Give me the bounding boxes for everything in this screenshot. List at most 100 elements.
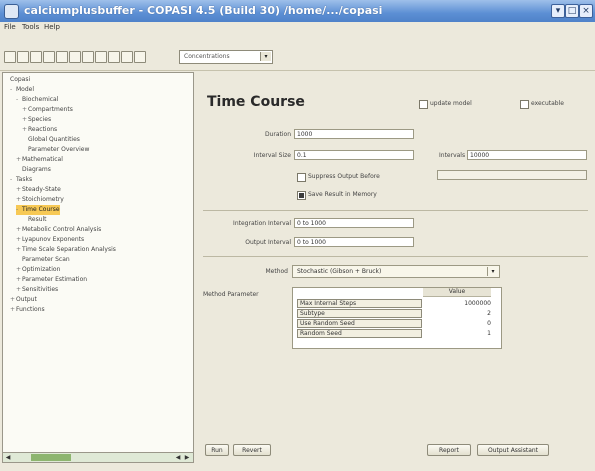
method-parameter-table[interactable]: Value Max Internal Steps 1000000 Subtype… [292,287,502,349]
tree-item[interactable]: +Parameter Estimation [16,275,87,285]
tree-item[interactable]: +Sensitivities [16,285,58,295]
scroll-left-icon[interactable]: ◀ [4,453,12,462]
tree-item-label: Lyapunov Exponents [22,236,85,243]
tree-item[interactable]: +Stoichiometry [16,195,64,205]
parameter-value[interactable]: 0 [423,319,491,328]
tree-item[interactable]: +Steady-State [16,185,61,195]
interval-size-field[interactable]: 0.1 [294,150,414,160]
report-icon[interactable] [121,51,133,63]
table-row[interactable]: Subtype 2 [297,309,497,318]
tree-item-label: Steady-State [22,186,61,193]
chevron-down-icon[interactable]: ▾ [487,267,498,276]
tree-item[interactable]: Diagrams [16,165,51,175]
tree-item[interactable]: +Lyapunov Exponents [16,235,84,245]
undo-icon[interactable] [56,51,68,63]
check-icon[interactable] [69,51,81,63]
tree-item-label: Functions [16,306,45,313]
tree-item[interactable]: +Compartments [22,105,73,115]
scrollbar-thumb[interactable] [31,454,71,461]
intervals-field[interactable]: 10000 [467,150,587,160]
tree-item[interactable]: +Time Scale Separation Analysis [16,245,116,255]
suppress-output-label: Suppress Output Before [308,173,380,180]
run-button[interactable]: Run [205,444,229,456]
screen-icon[interactable] [134,51,146,63]
tree-item[interactable]: - Biochemical [16,95,58,105]
tree-item[interactable]: - Model [10,85,34,95]
app-icon[interactable] [4,4,19,19]
plot-icon[interactable] [108,51,120,63]
save-icon[interactable] [30,51,42,63]
table-column-header[interactable]: Value [423,288,491,297]
chevron-down-icon[interactable]: ▾ [260,52,271,61]
title-bar[interactable]: calciumplusbuffer - COPASI 4.5 (Build 30… [0,0,595,23]
tree-item[interactable]: +Functions [10,305,45,315]
menu-help[interactable]: Help [44,23,60,31]
export-icon[interactable] [43,51,55,63]
parameter-name: Max Internal Steps [297,299,422,308]
update-model-checkbox[interactable] [419,100,428,109]
slider-icon[interactable] [82,51,94,63]
revert-button[interactable]: Revert [233,444,271,456]
tree-item-label: Sensitivities [22,286,59,293]
table-row[interactable]: Max Internal Steps 1000000 [297,299,497,308]
tree-item-label: Biochemical [22,96,59,103]
tree-item[interactable]: Copasi [4,75,30,85]
executable-checkbox[interactable] [520,100,529,109]
intervals-label: Intervals [439,152,466,159]
parameter-name: Use Random Seed [297,319,422,328]
scale-icon[interactable] [95,51,107,63]
table-row[interactable]: Random Seed 1 [297,329,497,338]
tree-item-label: Metabolic Control Analysis [22,226,102,233]
tree-item[interactable]: Result [22,215,47,225]
object-browser-tree: Copasi - Model - Biochemical +Compartments +Sp… [2,72,194,454]
tree-horizontal-scrollbar[interactable]: ◀ ◀ ▶ [2,452,194,463]
tree-item-label: Output [16,296,37,303]
parameter-name: Random Seed [297,329,422,338]
tree-item[interactable]: +Metabolic Control Analysis [16,225,101,235]
parameter-value[interactable]: 1 [423,329,491,338]
tree-item[interactable]: - Time Course [16,205,60,215]
tree-item-label: Model [16,86,35,93]
table-row[interactable]: Use Random Seed 0 [297,319,497,328]
new-file-icon[interactable] [4,51,16,63]
tree-item-label: Diagrams [22,166,51,173]
page-title: Time Course [207,94,305,110]
divider [203,256,588,257]
tree-item[interactable]: +Output [10,295,37,305]
tree-item-label: Parameter Scan [22,256,70,263]
executable-label: executable [531,100,564,107]
open-folder-icon[interactable] [17,51,29,63]
tree-item[interactable]: +Reactions [22,125,57,135]
suppress-output-checkbox[interactable] [297,173,306,182]
suppress-output-field[interactable] [437,170,587,180]
method-select-value: Stochastic (Gibson + Bruck) [297,268,382,275]
tree-item[interactable]: +Mathematical [16,155,63,165]
tree-item[interactable]: +Optimization [16,265,60,275]
menu-tools[interactable]: Tools [22,23,39,31]
minimize-icon[interactable]: ▾ [551,4,565,18]
method-select[interactable]: Stochastic (Gibson + Bruck) ▾ [292,265,500,278]
time-course-panel: Time Course update model executable Dura… [197,72,591,462]
tree-item[interactable]: Parameter Scan [16,255,70,265]
method-parameter-label: Method Parameter [203,291,259,298]
parameter-value[interactable]: 2 [423,309,491,318]
tree-item[interactable]: - Tasks [10,175,32,185]
report-button[interactable]: Report [427,444,471,456]
save-memory-checkbox[interactable] [297,191,306,200]
tree-item-label: Result [28,216,47,223]
units-select[interactable]: Concentrations ▾ [179,50,273,64]
scroll-left-icon[interactable]: ◀ [174,453,182,462]
scroll-right-icon[interactable]: ▶ [183,453,191,462]
maximize-icon[interactable]: □ [565,4,579,18]
menu-file[interactable]: File [4,23,16,31]
tree-item[interactable]: +Species [22,115,51,125]
save-memory-label: Save Result in Memory [308,191,377,198]
tree-item[interactable]: Global Quantities [22,135,80,145]
duration-field[interactable]: 1000 [294,129,414,139]
output-assistant-button[interactable]: Output Assistant [477,444,549,456]
tree-item[interactable]: Parameter Overview [22,145,89,155]
tree-item-label: Parameter Estimation [22,276,88,283]
parameter-value[interactable]: 1000000 [423,299,491,308]
close-icon[interactable]: × [579,4,593,18]
update-model-label: update model [430,100,472,107]
